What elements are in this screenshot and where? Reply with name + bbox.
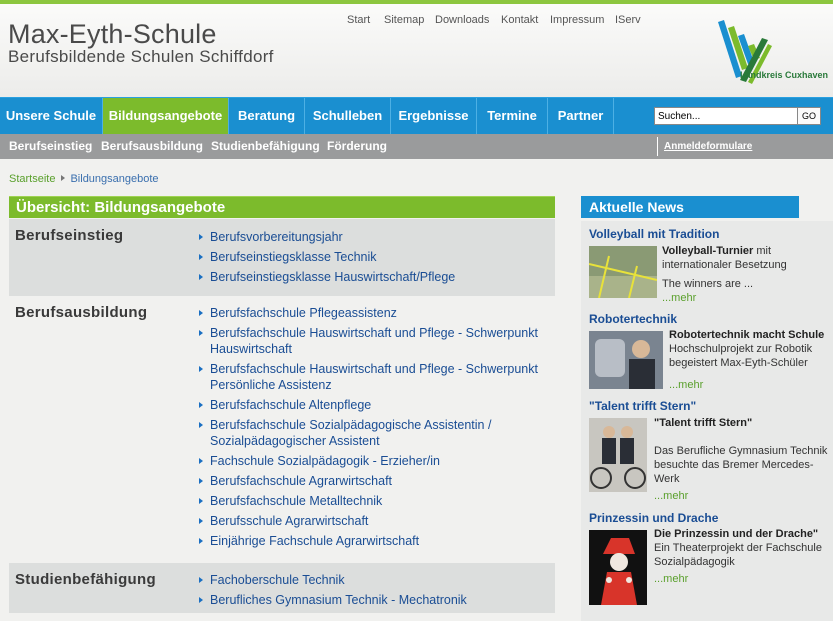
section-studienbefaehigung: Studienbefähigung Fachoberschule Technik… [9,563,555,613]
news-title-volleyball[interactable]: Volleyball mit Tradition [589,227,719,241]
nav-ergebnisse[interactable]: Ergebnisse [391,98,477,134]
sub-navigation: Berufseinstieg Berufsausbildung Studienb… [0,134,833,159]
robotertechnik-image[interactable] [589,331,663,389]
nav-unsere-schule[interactable]: Unsere Schule [0,98,103,134]
link-item[interactable]: Berufseinstiegsklasse Hauswirtschaft/Pfl… [199,269,455,285]
site-subtitle: Berufsbildende Schulen Schiffdorf [8,47,274,66]
news-more-talent[interactable]: ...mehr [654,490,688,502]
subnav-divider [657,137,658,156]
search-go-button[interactable]: GO [797,107,821,125]
section-title: Berufsausbildung [15,304,148,321]
link-item[interactable]: Berufsfachschule Hauswirtschaft und Pfle… [199,361,549,393]
section-title: Studienbefähigung [15,571,156,588]
news-text-volleyball: Volleyball-Turnier mit internationaler B… [662,245,787,271]
link-item[interactable]: Berufsfachschule Agrarwirtschaft [199,473,549,489]
toplink-start[interactable]: Start [347,14,370,26]
link-item[interactable]: Fachoberschule Technik [199,572,467,588]
news-text-talent: "Talent trifft Stern" Das Berufliche Gymn… [654,417,828,485]
nav-beratung[interactable]: Beratung [229,98,305,134]
toplink-sitemap[interactable]: Sitemap [384,14,424,26]
section-berufsausbildung: Berufsausbildung Berufsfachschule Pflege… [9,296,555,561]
breadcrumb-arrow-icon [61,175,66,181]
news-text-robotertechnik: Robotertechnik macht Schule Hochschulproj… [669,329,825,369]
toplink-downloads[interactable]: Downloads [435,14,489,26]
nav-termine[interactable]: Termine [477,98,548,134]
news-text-prinzessin: Die Prinzessin und der Drache" Ein Theate… [654,528,822,568]
nav-partner[interactable]: Partner [548,98,614,134]
news-title-prinzessin[interactable]: Prinzessin und Drache [589,511,718,525]
link-item[interactable]: Berufliches Gymnasium Technik - Mechatro… [199,592,467,608]
news-text2-volleyball: The winners are ... [662,278,754,290]
news-headline: Volleyball-Turnier [662,245,754,257]
toplink-iserv[interactable]: IServ [615,14,641,26]
breadcrumb: Startseite Bildungsangebote [9,173,159,185]
nav-bildungsangebote[interactable]: Bildungsangebote [103,98,229,134]
search-input[interactable] [654,107,798,125]
link-item[interactable]: Einjährige Fachschule Agrarwirtschaft [199,533,549,549]
news-more-volleyball[interactable]: ...mehr [662,292,696,304]
section-links: Berufsvorbereitungsjahr Berufseinstiegsk… [199,229,455,285]
news-more-robotertechnik[interactable]: ...mehr [669,379,703,391]
news-heading: Aktuelle News [581,196,799,218]
news-headline: Robotertechnik macht Schule [669,329,825,341]
volleyball-image[interactable] [589,246,657,298]
section-berufseinstieg: Berufseinstieg Berufsvorbereitungsjahr B… [9,219,555,296]
link-item[interactable]: Berufsfachschule Pflegeassistenz [199,305,549,321]
toplink-kontakt[interactable]: Kontakt [501,14,538,26]
news-more-prinzessin[interactable]: ...mehr [654,573,688,585]
link-item[interactable]: Berufsfachschule Hauswirtschaft und Pfle… [199,325,549,357]
toplink-impressum[interactable]: Impressum [550,14,604,26]
subnav-foerderung[interactable]: Förderung [327,134,387,159]
subnav-berufseinstieg[interactable]: Berufseinstieg [9,134,92,159]
subnav-anmeldeformulare[interactable]: Anmeldeformulare [664,134,752,159]
breadcrumb-home[interactable]: Startseite [9,173,55,185]
site-header: Max-Eyth-Schule Berufsbildende Schulen S… [0,4,833,97]
talent-trifft-stern-image[interactable] [589,418,647,492]
subnav-berufsausbildung[interactable]: Berufsausbildung [101,134,203,159]
breadcrumb-current: Bildungsangebote [70,173,159,185]
overview-heading: Übersicht: Bildungsangebote [9,196,555,218]
main-navigation: Unsere Schule Bildungsangebote Beratung … [0,97,833,134]
site-title[interactable]: Max-Eyth-Schule [8,19,217,50]
section-links: Fachoberschule Technik Berufliches Gymna… [199,572,467,608]
news-title-robotertechnik[interactable]: Robotertechnik [589,312,677,326]
news-headline: "Talent trifft Stern" [654,417,753,429]
link-item[interactable]: Berufsfachschule Altenpflege [199,397,549,413]
link-item[interactable]: Berufsschule Agrarwirtschaft [199,513,549,529]
link-item[interactable]: Fachschule Sozialpädagogik - Erzieher/in [199,453,549,469]
news-title-talent[interactable]: "Talent trifft Stern" [589,399,696,413]
subnav-studienbefaehigung[interactable]: Studienbefähigung [211,134,320,159]
news-headline: Die Prinzessin und der Drache" [654,528,819,540]
section-links: Berufsfachschule Pflegeassistenz Berufsf… [199,305,549,549]
link-item[interactable]: Berufsvorbereitungsjahr [199,229,455,245]
link-item[interactable]: Berufsfachschule Sozialpädagogische Assi… [199,417,549,449]
link-item[interactable]: Berufseinstiegsklasse Technik [199,249,455,265]
section-title: Berufseinstieg [15,227,124,244]
nav-schulleben[interactable]: Schulleben [305,98,391,134]
link-item[interactable]: Berufsfachschule Metalltechnik [199,493,549,509]
logo-text: Landkreis Cuxhaven [740,70,829,80]
prinzessin-image[interactable] [589,530,647,605]
